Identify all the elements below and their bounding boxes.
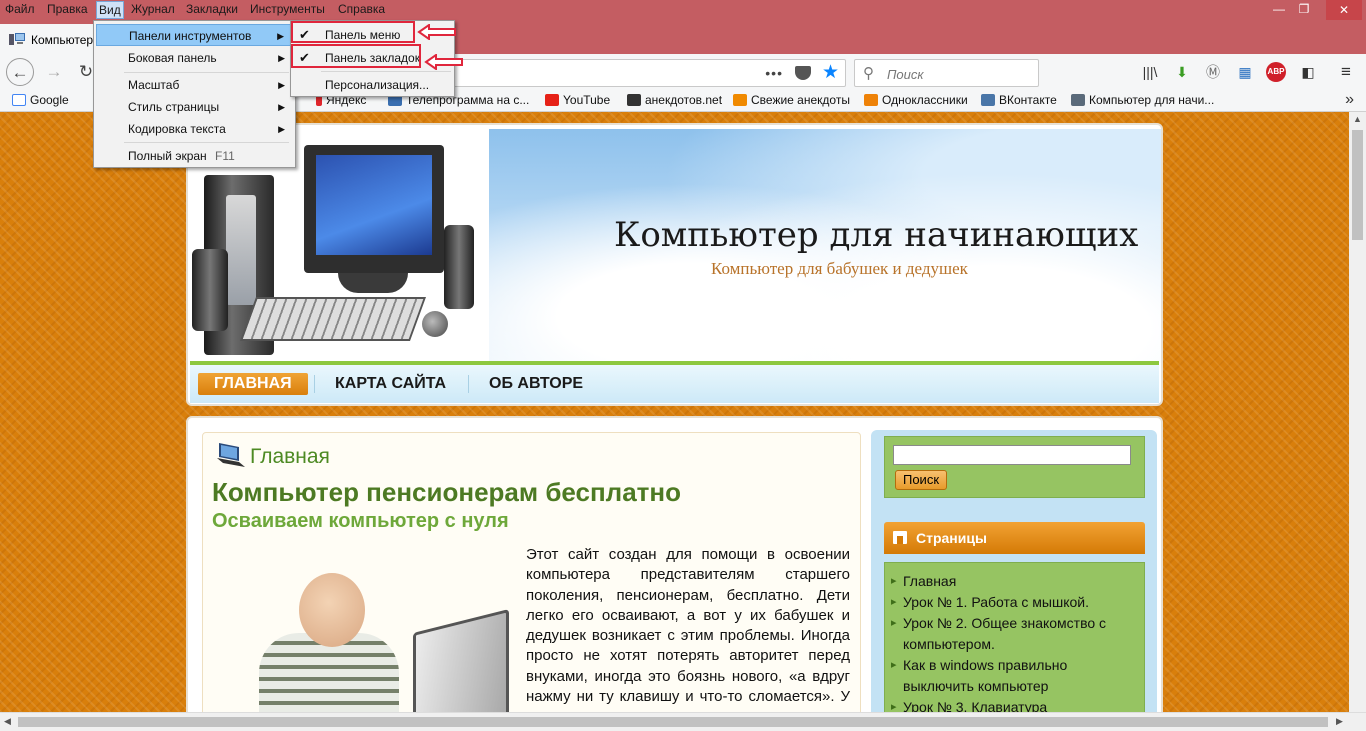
google-icon <box>12 94 26 106</box>
bookmark-star-icon[interactable]: ★ <box>822 61 839 84</box>
submenu-arrow-icon: ▶ <box>278 80 285 90</box>
page-link[interactable]: Урок № 3. Клавиатура <box>891 697 1138 712</box>
bookmarks-overflow-icon[interactable]: » <box>1345 91 1354 109</box>
menu-edit[interactable]: Правка <box>47 2 88 16</box>
site-title[interactable]: Компьютер для начинающих <box>614 215 1154 255</box>
view-menu-dropdown: Панели инструментов ▶ Боковая панель ▶ М… <box>93 20 296 168</box>
menu-item-toolbars[interactable]: Панели инструментов ▶ <box>96 24 293 46</box>
menu-help[interactable]: Справка <box>338 2 385 16</box>
submenu-arrow-icon: ▶ <box>278 53 285 63</box>
library-icon[interactable]: |||\ <box>1140 62 1160 82</box>
menu-item-zoom[interactable]: Масштаб ▶ <box>96 74 293 96</box>
download-helper-icon[interactable]: ⬇ <box>1172 62 1192 82</box>
adblock-icon[interactable]: ABP <box>1266 62 1286 82</box>
post-body: Этот сайт создан для помощи в освоении к… <box>526 546 850 712</box>
page-link[interactable]: Урок № 1. Работа с мышкой. <box>891 592 1138 613</box>
post-breadcrumb: Главная <box>250 445 330 468</box>
page-link[interactable]: Урок № 2. Общее знакомство с компьютером… <box>891 613 1138 655</box>
anekdotov-icon <box>627 94 641 106</box>
page-content: Компьютер для начинающих Компьютер для б… <box>0 112 1349 712</box>
menu-bar: Файл Правка Вид Журнал Закладки Инструме… <box>0 0 1366 20</box>
sidebar-toggle-icon[interactable]: ◧ <box>1298 62 1318 82</box>
search-icon: ⚲ <box>863 65 874 82</box>
pocket-icon[interactable] <box>795 66 811 80</box>
minimize-button[interactable]: — <box>1271 2 1287 16</box>
search-bar[interactable]: ⚲ Поиск <box>854 59 1039 87</box>
fresh-jokes-icon <box>733 94 747 106</box>
computer-favicon-icon <box>1071 94 1085 106</box>
bookmark-item[interactable]: Компьютер для начи... <box>1071 93 1214 107</box>
fullscreen-shortcut: F11 <box>215 149 235 163</box>
forward-button[interactable]: → <box>40 58 68 86</box>
restore-button[interactable]: ❐ <box>1296 2 1312 16</box>
menu-file[interactable]: Файл <box>5 2 35 16</box>
nav-sitemap[interactable]: КАРТА САЙТА <box>335 373 446 395</box>
scroll-up-icon[interactable]: ▲ <box>1353 114 1362 124</box>
search-placeholder: Поиск <box>887 67 924 82</box>
submenu-arrow-icon: ▶ <box>277 31 284 41</box>
baby-with-laptop-image <box>223 573 509 712</box>
menu-item-page-style[interactable]: Стиль страницы ▶ <box>96 96 293 118</box>
post-title: Компьютер пенсионерам бесплатно <box>212 477 681 507</box>
nav-home[interactable]: ГЛАВНАЯ <box>198 373 308 395</box>
horizontal-scrollbar[interactable]: ◀ ▶ <box>0 712 1366 731</box>
menu-history[interactable]: Журнал <box>131 2 175 16</box>
site-search-button[interactable]: Поиск <box>895 470 947 490</box>
tab-title: Компьютер <box>31 33 94 47</box>
page-link[interactable]: Главная <box>891 571 1138 592</box>
bookmark-item[interactable]: ВКонтакте <box>981 93 1057 107</box>
hamburger-menu-icon[interactable]: ≡ <box>1336 62 1356 82</box>
youtube-icon <box>545 94 559 106</box>
vk-icon <box>981 94 995 106</box>
menu-bookmarks[interactable]: Закладки <box>186 2 238 16</box>
highlight-box <box>291 44 421 68</box>
odnoklassniki-icon <box>864 94 878 106</box>
scroll-right-icon[interactable]: ▶ <box>1336 716 1343 727</box>
highlight-box <box>291 21 415 43</box>
pages-list: Главная Урок № 1. Работа с мышкой. Урок … <box>884 562 1145 712</box>
vertical-scroll-thumb[interactable] <box>1352 130 1363 240</box>
red-arrow-icon <box>424 54 463 70</box>
reload-icon: ↻ <box>78 62 94 81</box>
scroll-left-icon[interactable]: ◀ <box>4 716 11 727</box>
bookmark-item[interactable]: анекдотов.net <box>627 93 722 107</box>
red-arrow-icon <box>417 24 456 40</box>
submenu-arrow-icon: ▶ <box>278 102 285 112</box>
arrow-right-icon: → <box>45 62 63 81</box>
computer-favicon-icon <box>9 33 25 45</box>
bookmark-item[interactable]: Одноклассники <box>864 93 968 107</box>
menu-item-sidebar[interactable]: Боковая панель ▶ <box>96 47 293 69</box>
menu-item-text-encoding[interactable]: Кодировка текста ▶ <box>96 118 293 140</box>
page-link[interactable]: Как в windows правильно выключить компью… <box>891 655 1138 697</box>
menu-item-fullscreen[interactable]: Полный экран F11 <box>96 145 293 167</box>
arrow-left-icon: ← <box>11 63 29 82</box>
site-tagline: Компьютер для бабушек и дедушек <box>711 259 968 278</box>
menu-item-customize[interactable]: Персонализация... <box>293 74 452 96</box>
nav-about[interactable]: ОБ АВТОРЕ <box>489 373 583 395</box>
site-header: Компьютер для начинающих Компьютер для б… <box>186 123 1163 406</box>
submenu-arrow-icon: ▶ <box>278 124 285 134</box>
vertical-scrollbar[interactable]: ▲ <box>1349 112 1366 712</box>
post-subtitle: Осваиваем компьютер с нуля <box>212 510 509 532</box>
post: Главная Компьютер пенсионерам бесплатно … <box>202 432 861 712</box>
menu-tools[interactable]: Инструменты <box>250 2 325 16</box>
home-icon <box>893 531 907 544</box>
horizontal-scroll-thumb[interactable] <box>18 717 1328 727</box>
page-actions-icon[interactable]: ••• <box>765 65 783 81</box>
bookmark-item[interactable]: Google <box>12 93 69 107</box>
close-window-button[interactable]: ✕ <box>1326 0 1362 20</box>
bookmark-item[interactable]: Свежие анекдоты <box>733 93 850 107</box>
pages-widget-title: Страницы <box>884 522 1145 554</box>
sidebar-search: Поиск <box>884 436 1145 498</box>
site-search-input[interactable] <box>893 445 1131 465</box>
extension-grid-icon[interactable]: ▦ <box>1235 62 1255 82</box>
extension-m-icon[interactable]: Ⓜ <box>1203 62 1223 82</box>
menu-view[interactable]: Вид <box>96 1 124 19</box>
site-navigation: ГЛАВНАЯ КАРТА САЙТА ОБ АВТОРЕ <box>190 365 1159 403</box>
tab-active[interactable]: Компьютер <box>0 24 96 54</box>
back-button[interactable]: ← <box>6 58 34 86</box>
laptop-icon <box>217 443 245 467</box>
bookmark-item[interactable]: YouTube <box>545 93 610 107</box>
